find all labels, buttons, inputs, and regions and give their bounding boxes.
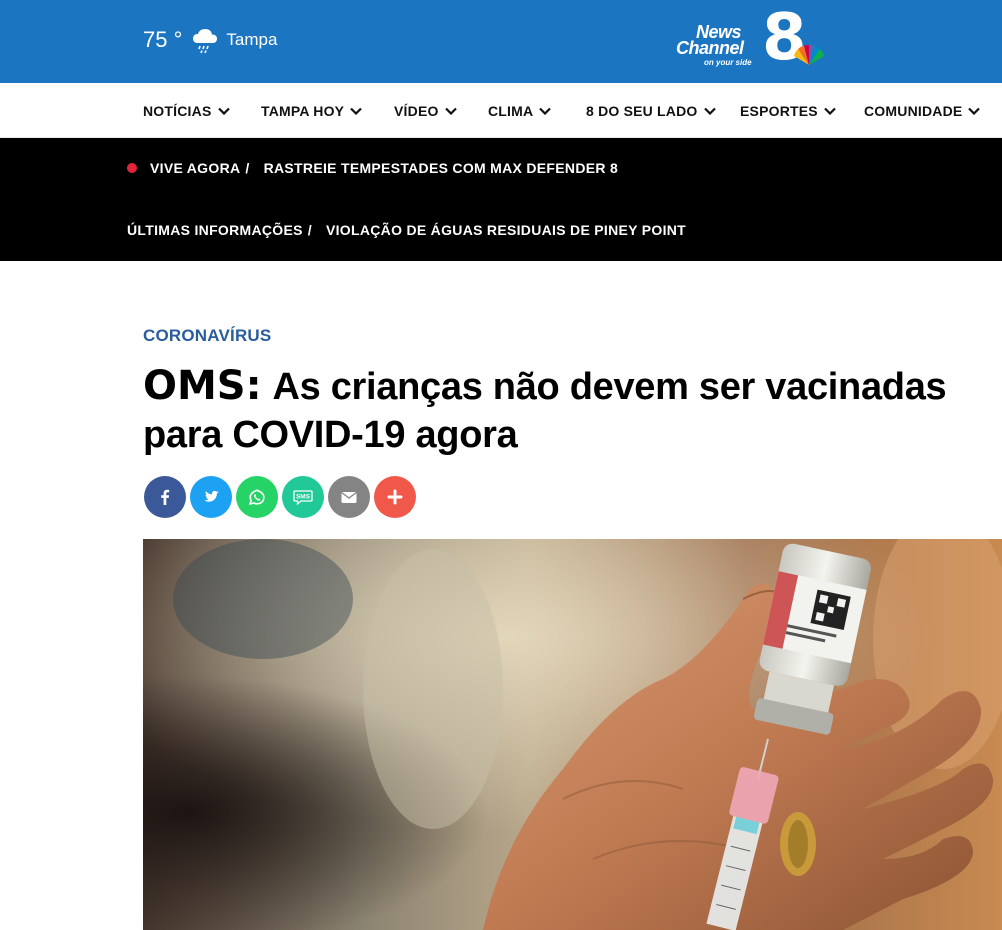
facebook-share-button[interactable] — [144, 476, 186, 518]
logo-tagline: on your side — [704, 58, 752, 67]
separator: / — [245, 160, 250, 176]
latest-label: ÚLTIMAS INFORMAÇÕES — [127, 222, 303, 238]
nav-item-label: ESPORTES — [740, 102, 818, 119]
top-bar: 75 ° Tampa News Channel on your side 8 — [0, 0, 1002, 83]
latest-row: ÚLTIMAS INFORMAÇÕES / VIOLAÇÃO DE ÁGUAS … — [127, 220, 686, 240]
article-headline: OMS: As crianças não devem ser vacinadas… — [143, 362, 973, 459]
peacock-icon — [794, 44, 824, 65]
facebook-icon — [161, 489, 170, 505]
chevron-down-icon — [824, 107, 836, 115]
nav-item-clima[interactable]: CLIMA — [488, 83, 552, 138]
twitter-share-button[interactable] — [190, 476, 232, 518]
sms-icon: SMS — [293, 490, 313, 506]
weather-temperature: 75 ° — [143, 27, 183, 52]
twitter-icon — [204, 490, 219, 502]
whatsapp-icon — [248, 489, 265, 506]
vaccine-vial-photo — [143, 539, 1002, 930]
nav-item-video[interactable]: VÍDEO — [394, 83, 457, 138]
nav-item-tampa-hoy[interactable]: TAMPA HOY — [261, 83, 362, 138]
nav-item-comunidade[interactable]: COMUNIDADE — [864, 83, 981, 138]
nav-item-label: CLIMA — [488, 102, 534, 119]
breaking-strip: VIVE AGORA / RASTREIE TEMPESTADES COM MA… — [0, 138, 1002, 261]
logo-line-2: Channel — [676, 38, 744, 58]
weather-widget[interactable]: 75 ° Tampa — [143, 22, 277, 58]
news-channel-8-logo[interactable]: News Channel on your side 8 — [674, 6, 830, 70]
nav-item-label: TAMPA HOY — [261, 102, 345, 119]
chevron-down-icon — [350, 107, 362, 115]
chevron-down-icon — [703, 107, 716, 115]
chevron-down-icon — [539, 107, 552, 115]
main-nav: NOTÍCIAS TAMPA HOY VÍDEO CLIMA 8 DO SEU … — [0, 83, 1002, 138]
nav-item-8-do-seu-lado[interactable]: 8 DO SEU LADO — [586, 83, 716, 138]
nav-item-label: COMUNIDADE — [864, 102, 963, 119]
live-dot — [127, 163, 137, 173]
chevron-down-icon — [444, 107, 457, 115]
nav-item-label: NOTÍCIAS — [143, 102, 212, 119]
more-share-button[interactable] — [374, 476, 416, 518]
latest-link[interactable]: VIOLAÇÃO DE ÁGUAS RESIDUAIS DE PINEY POI… — [326, 222, 686, 238]
article-category[interactable]: CORONAVÍRUS — [143, 326, 271, 346]
article-photo[interactable] — [143, 539, 1002, 930]
share-bar: SMS — [144, 476, 420, 518]
whatsapp-share-button[interactable] — [236, 476, 278, 518]
rain-cloud-icon — [193, 29, 218, 54]
nav-item-label: 8 DO SEU LADO — [586, 102, 698, 119]
weather-city: Tampa — [226, 30, 278, 49]
nav-item-noticias[interactable]: NOTÍCIAS — [143, 83, 230, 138]
separator: / — [307, 222, 312, 238]
live-link[interactable]: RASTREIE TEMPESTADES COM MAX DEFENDER 8 — [264, 160, 618, 176]
nav-item-esportes[interactable]: ESPORTES — [740, 83, 836, 138]
sms-icon-text: SMS — [296, 494, 311, 501]
live-row: VIVE AGORA / RASTREIE TEMPESTADES COM MA… — [127, 158, 618, 178]
email-icon — [341, 492, 357, 503]
headline-lead: OMS: — [143, 363, 262, 409]
nav-item-label: VÍDEO — [394, 102, 439, 119]
live-label: VIVE AGORA — [150, 160, 241, 176]
email-share-button[interactable] — [328, 476, 370, 518]
plus-icon — [387, 489, 403, 505]
chevron-down-icon — [217, 107, 230, 115]
headline-text: As crianças não devem ser vacinadas para… — [143, 366, 947, 456]
chevron-down-icon — [968, 107, 981, 115]
sms-share-button[interactable]: SMS — [282, 476, 324, 518]
